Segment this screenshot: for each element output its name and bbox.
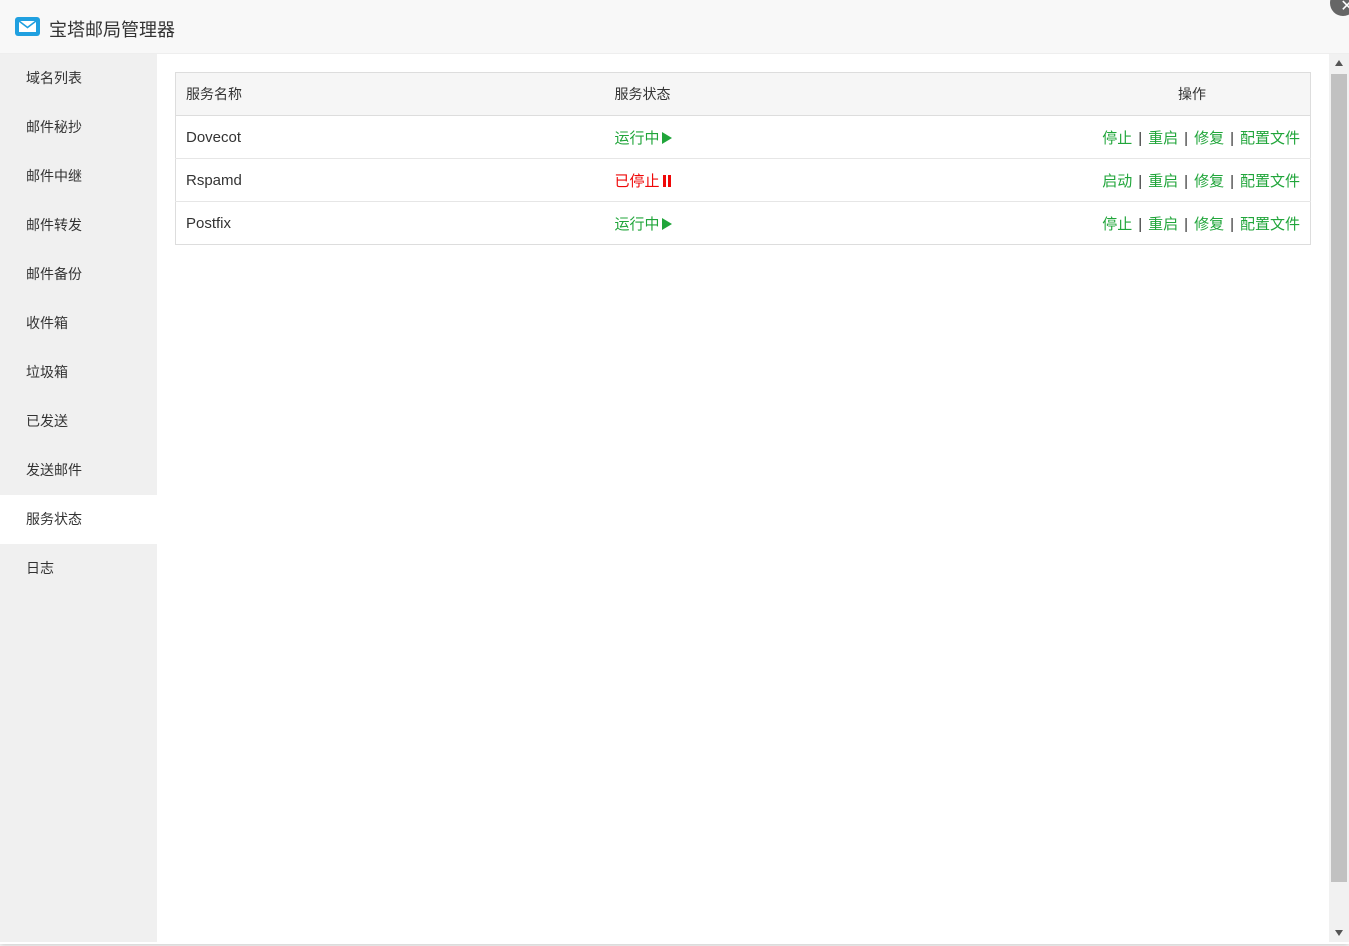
- service-operations: 停止 | 重启 | 修复 | 配置文件: [845, 202, 1311, 245]
- repair-link[interactable]: 修复: [1194, 216, 1224, 233]
- scroll-down-arrow-icon[interactable]: [1335, 930, 1343, 936]
- service-status: 已停止: [604, 158, 845, 202]
- scroll-thumb[interactable]: [1331, 74, 1347, 882]
- separator: |: [1230, 129, 1234, 147]
- sidebar-item-service-status[interactable]: 服务状态: [0, 495, 157, 544]
- restart-link[interactable]: 重启: [1148, 130, 1178, 147]
- separator: |: [1184, 215, 1189, 233]
- sidebar: 域名列表 邮件秘抄 邮件中继 邮件转发 邮件备份 收件箱 垃圾箱 已发送 发送邮…: [0, 54, 157, 942]
- separator: |: [1138, 129, 1143, 147]
- separator: |: [1138, 172, 1143, 190]
- mail-icon: [15, 17, 40, 36]
- sidebar-item-domain-list[interactable]: 域名列表: [0, 54, 157, 103]
- sidebar-item-inbox[interactable]: 收件箱: [0, 299, 157, 348]
- stop-link[interactable]: 停止: [1102, 130, 1132, 147]
- play-icon: [661, 217, 672, 230]
- table-row: Dovecot 运行中 停止 | 重启 | 修复 | 配置文件: [175, 115, 1311, 159]
- sidebar-item-sent[interactable]: 已发送: [0, 397, 157, 446]
- status-text: 运行中: [614, 129, 660, 147]
- repair-link[interactable]: 修复: [1194, 130, 1224, 147]
- restart-link[interactable]: 重启: [1148, 173, 1178, 190]
- separator: |: [1184, 129, 1189, 147]
- separator: |: [1230, 215, 1234, 233]
- status-text: 运行中: [614, 215, 660, 233]
- sidebar-item-mail-backup[interactable]: 邮件备份: [0, 250, 157, 299]
- sidebar-item-mail-forward[interactable]: 邮件转发: [0, 201, 157, 250]
- mail-manager-dialog: 宝塔邮局管理器 ✕ 域名列表 邮件秘抄 邮件中继 邮件转发 邮件备份 收件箱 垃…: [0, 0, 1349, 944]
- stop-link[interactable]: 停止: [1102, 216, 1132, 233]
- scroll-up-arrow-icon[interactable]: [1335, 60, 1343, 66]
- separator: |: [1138, 215, 1143, 233]
- service-operations: 启动 | 重启 | 修复 | 配置文件: [844, 158, 1311, 202]
- status-text: 已停止: [614, 172, 660, 190]
- config-file-link[interactable]: 配置文件: [1240, 173, 1300, 190]
- dialog-titlebar: 宝塔邮局管理器: [0, 0, 1349, 54]
- service-status-table: 服务名称 服务状态 操作 Dovecot 运行中 停止 | 重启 | 修复 | 配置文件 R…: [175, 72, 1311, 245]
- config-file-link[interactable]: 配置文件: [1240, 216, 1300, 233]
- service-status: 运行中: [605, 202, 845, 245]
- service-name: Rspamd: [175, 158, 605, 202]
- table-row: Postfix 运行中 停止 | 重启 | 修复 | 配置文件: [176, 202, 1311, 245]
- sidebar-item-compose[interactable]: 发送邮件: [0, 446, 157, 495]
- sidebar-item-mail-bcc[interactable]: 邮件秘抄: [0, 103, 157, 152]
- config-file-link[interactable]: 配置文件: [1240, 130, 1300, 147]
- start-link[interactable]: 启动: [1102, 173, 1132, 190]
- main-content: 服务名称 服务状态 操作 Dovecot 运行中 停止 | 重启 | 修复 | 配置文件 R…: [157, 54, 1329, 942]
- pause-icon: [662, 174, 672, 187]
- service-name: Postfix: [186, 214, 232, 232]
- service-operations: 停止 | 重启 | 修复 | 配置文件: [844, 115, 1311, 159]
- service-status: 运行中: [604, 115, 845, 159]
- dialog-title: 宝塔邮局管理器: [49, 20, 175, 40]
- header-service-name: 服务名称: [175, 72, 605, 116]
- header-service-status: 服务状态: [604, 72, 845, 116]
- play-icon: [661, 131, 672, 144]
- sidebar-item-spam[interactable]: 垃圾箱: [0, 348, 157, 397]
- sidebar-item-mail-relay[interactable]: 邮件中继: [0, 152, 157, 201]
- restart-link[interactable]: 重启: [1148, 216, 1178, 233]
- repair-link[interactable]: 修复: [1194, 173, 1224, 190]
- separator: |: [1184, 172, 1189, 190]
- table-row: Rspamd 已停止 启动 | 重启 | 修复 | 配置文件: [175, 158, 1311, 202]
- service-name: Dovecot: [175, 115, 605, 159]
- vertical-scrollbar[interactable]: [1329, 54, 1349, 942]
- header-operations: 操作: [844, 72, 1311, 116]
- sidebar-item-logs[interactable]: 日志: [0, 544, 157, 593]
- table-header-row: 服务名称 服务状态 操作: [175, 72, 1311, 116]
- separator: |: [1230, 172, 1234, 190]
